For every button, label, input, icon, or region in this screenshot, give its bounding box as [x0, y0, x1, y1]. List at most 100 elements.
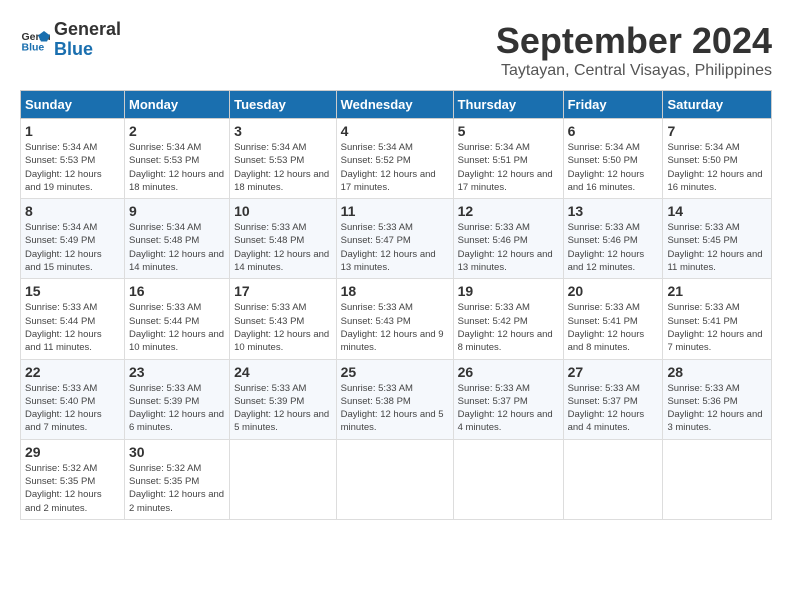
day-cell-3: 3 Sunrise: 5:34 AMSunset: 5:53 PMDayligh… [230, 119, 337, 199]
day-cell-26: 26 Sunrise: 5:33 AMSunset: 5:37 PMDaylig… [453, 359, 563, 439]
day-number: 27 [568, 364, 659, 380]
day-number: 13 [568, 203, 659, 219]
day-cell-17: 17 Sunrise: 5:33 AMSunset: 5:43 PMDaylig… [230, 279, 337, 359]
header-saturday: Saturday [663, 91, 772, 119]
day-detail: Sunrise: 5:33 AMSunset: 5:43 PMDaylight:… [234, 302, 329, 353]
day-number: 21 [667, 283, 767, 299]
day-detail: Sunrise: 5:33 AMSunset: 5:39 PMDaylight:… [129, 383, 224, 434]
day-detail: Sunrise: 5:33 AMSunset: 5:36 PMDaylight:… [667, 383, 762, 434]
day-detail: Sunrise: 5:34 AMSunset: 5:50 PMDaylight:… [667, 142, 762, 193]
day-detail: Sunrise: 5:33 AMSunset: 5:37 PMDaylight:… [458, 383, 553, 434]
day-cell-13: 13 Sunrise: 5:33 AMSunset: 5:46 PMDaylig… [563, 199, 663, 279]
day-number: 5 [458, 123, 559, 139]
day-number: 18 [341, 283, 449, 299]
location-title: Taytayan, Central Visayas, Philippines [496, 62, 772, 80]
day-number: 7 [667, 123, 767, 139]
day-number: 23 [129, 364, 225, 380]
day-cell-1: 1 Sunrise: 5:34 AMSunset: 5:53 PMDayligh… [21, 119, 125, 199]
day-detail: Sunrise: 5:33 AMSunset: 5:44 PMDaylight:… [129, 302, 224, 353]
day-detail: Sunrise: 5:33 AMSunset: 5:42 PMDaylight:… [458, 302, 553, 353]
empty-cell [663, 439, 772, 519]
day-number: 25 [341, 364, 449, 380]
day-detail: Sunrise: 5:33 AMSunset: 5:45 PMDaylight:… [667, 222, 762, 273]
calendar-table: SundayMondayTuesdayWednesdayThursdayFrid… [20, 90, 772, 520]
day-cell-29: 29 Sunrise: 5:32 AMSunset: 5:35 PMDaylig… [21, 439, 125, 519]
day-number: 29 [25, 444, 120, 460]
day-cell-4: 4 Sunrise: 5:34 AMSunset: 5:52 PMDayligh… [336, 119, 453, 199]
day-detail: Sunrise: 5:34 AMSunset: 5:50 PMDaylight:… [568, 142, 645, 193]
empty-cell [453, 439, 563, 519]
week-row-5: 29 Sunrise: 5:32 AMSunset: 5:35 PMDaylig… [21, 439, 772, 519]
day-cell-27: 27 Sunrise: 5:33 AMSunset: 5:37 PMDaylig… [563, 359, 663, 439]
day-number: 1 [25, 123, 120, 139]
day-number: 4 [341, 123, 449, 139]
day-cell-10: 10 Sunrise: 5:33 AMSunset: 5:48 PMDaylig… [230, 199, 337, 279]
day-detail: Sunrise: 5:33 AMSunset: 5:39 PMDaylight:… [234, 383, 329, 434]
svg-text:Blue: Blue [22, 41, 45, 53]
week-row-3: 15 Sunrise: 5:33 AMSunset: 5:44 PMDaylig… [21, 279, 772, 359]
day-number: 6 [568, 123, 659, 139]
day-cell-18: 18 Sunrise: 5:33 AMSunset: 5:43 PMDaylig… [336, 279, 453, 359]
day-number: 28 [667, 364, 767, 380]
day-detail: Sunrise: 5:32 AMSunset: 5:35 PMDaylight:… [129, 463, 224, 514]
day-cell-5: 5 Sunrise: 5:34 AMSunset: 5:51 PMDayligh… [453, 119, 563, 199]
day-number: 22 [25, 364, 120, 380]
month-title: September 2024 [496, 20, 772, 62]
day-cell-8: 8 Sunrise: 5:34 AMSunset: 5:49 PMDayligh… [21, 199, 125, 279]
day-number: 12 [458, 203, 559, 219]
day-number: 20 [568, 283, 659, 299]
page-header: General Blue General Blue September 2024… [20, 20, 772, 80]
day-cell-9: 9 Sunrise: 5:34 AMSunset: 5:48 PMDayligh… [125, 199, 230, 279]
day-cell-22: 22 Sunrise: 5:33 AMSunset: 5:40 PMDaylig… [21, 359, 125, 439]
day-number: 9 [129, 203, 225, 219]
day-cell-7: 7 Sunrise: 5:34 AMSunset: 5:50 PMDayligh… [663, 119, 772, 199]
header-thursday: Thursday [453, 91, 563, 119]
day-detail: Sunrise: 5:34 AMSunset: 5:48 PMDaylight:… [129, 222, 224, 273]
day-number: 19 [458, 283, 559, 299]
day-cell-19: 19 Sunrise: 5:33 AMSunset: 5:42 PMDaylig… [453, 279, 563, 359]
header-row: SundayMondayTuesdayWednesdayThursdayFrid… [21, 91, 772, 119]
day-number: 10 [234, 203, 332, 219]
day-cell-28: 28 Sunrise: 5:33 AMSunset: 5:36 PMDaylig… [663, 359, 772, 439]
week-row-2: 8 Sunrise: 5:34 AMSunset: 5:49 PMDayligh… [21, 199, 772, 279]
day-number: 26 [458, 364, 559, 380]
day-detail: Sunrise: 5:34 AMSunset: 5:53 PMDaylight:… [25, 142, 102, 193]
day-detail: Sunrise: 5:33 AMSunset: 5:44 PMDaylight:… [25, 302, 102, 353]
day-cell-11: 11 Sunrise: 5:33 AMSunset: 5:47 PMDaylig… [336, 199, 453, 279]
day-detail: Sunrise: 5:33 AMSunset: 5:48 PMDaylight:… [234, 222, 329, 273]
day-cell-6: 6 Sunrise: 5:34 AMSunset: 5:50 PMDayligh… [563, 119, 663, 199]
day-cell-15: 15 Sunrise: 5:33 AMSunset: 5:44 PMDaylig… [21, 279, 125, 359]
day-cell-2: 2 Sunrise: 5:34 AMSunset: 5:53 PMDayligh… [125, 119, 230, 199]
title-section: September 2024 Taytayan, Central Visayas… [496, 20, 772, 80]
header-wednesday: Wednesday [336, 91, 453, 119]
day-number: 16 [129, 283, 225, 299]
day-detail: Sunrise: 5:34 AMSunset: 5:53 PMDaylight:… [129, 142, 224, 193]
day-cell-21: 21 Sunrise: 5:33 AMSunset: 5:41 PMDaylig… [663, 279, 772, 359]
header-friday: Friday [563, 91, 663, 119]
day-cell-14: 14 Sunrise: 5:33 AMSunset: 5:45 PMDaylig… [663, 199, 772, 279]
header-monday: Monday [125, 91, 230, 119]
day-number: 8 [25, 203, 120, 219]
day-detail: Sunrise: 5:34 AMSunset: 5:53 PMDaylight:… [234, 142, 329, 193]
week-row-4: 22 Sunrise: 5:33 AMSunset: 5:40 PMDaylig… [21, 359, 772, 439]
day-cell-25: 25 Sunrise: 5:33 AMSunset: 5:38 PMDaylig… [336, 359, 453, 439]
day-detail: Sunrise: 5:33 AMSunset: 5:43 PMDaylight:… [341, 302, 444, 353]
day-detail: Sunrise: 5:33 AMSunset: 5:41 PMDaylight:… [667, 302, 762, 353]
day-cell-30: 30 Sunrise: 5:32 AMSunset: 5:35 PMDaylig… [125, 439, 230, 519]
day-cell-16: 16 Sunrise: 5:33 AMSunset: 5:44 PMDaylig… [125, 279, 230, 359]
day-detail: Sunrise: 5:33 AMSunset: 5:40 PMDaylight:… [25, 383, 102, 434]
day-number: 30 [129, 444, 225, 460]
logo-icon: General Blue [20, 25, 50, 55]
day-number: 15 [25, 283, 120, 299]
day-cell-12: 12 Sunrise: 5:33 AMSunset: 5:46 PMDaylig… [453, 199, 563, 279]
logo: General Blue General Blue [20, 20, 121, 60]
day-detail: Sunrise: 5:33 AMSunset: 5:47 PMDaylight:… [341, 222, 436, 273]
day-cell-23: 23 Sunrise: 5:33 AMSunset: 5:39 PMDaylig… [125, 359, 230, 439]
day-number: 3 [234, 123, 332, 139]
day-detail: Sunrise: 5:33 AMSunset: 5:37 PMDaylight:… [568, 383, 645, 434]
day-detail: Sunrise: 5:33 AMSunset: 5:41 PMDaylight:… [568, 302, 645, 353]
day-cell-20: 20 Sunrise: 5:33 AMSunset: 5:41 PMDaylig… [563, 279, 663, 359]
day-detail: Sunrise: 5:34 AMSunset: 5:49 PMDaylight:… [25, 222, 102, 273]
day-detail: Sunrise: 5:34 AMSunset: 5:51 PMDaylight:… [458, 142, 553, 193]
day-detail: Sunrise: 5:33 AMSunset: 5:46 PMDaylight:… [568, 222, 645, 273]
